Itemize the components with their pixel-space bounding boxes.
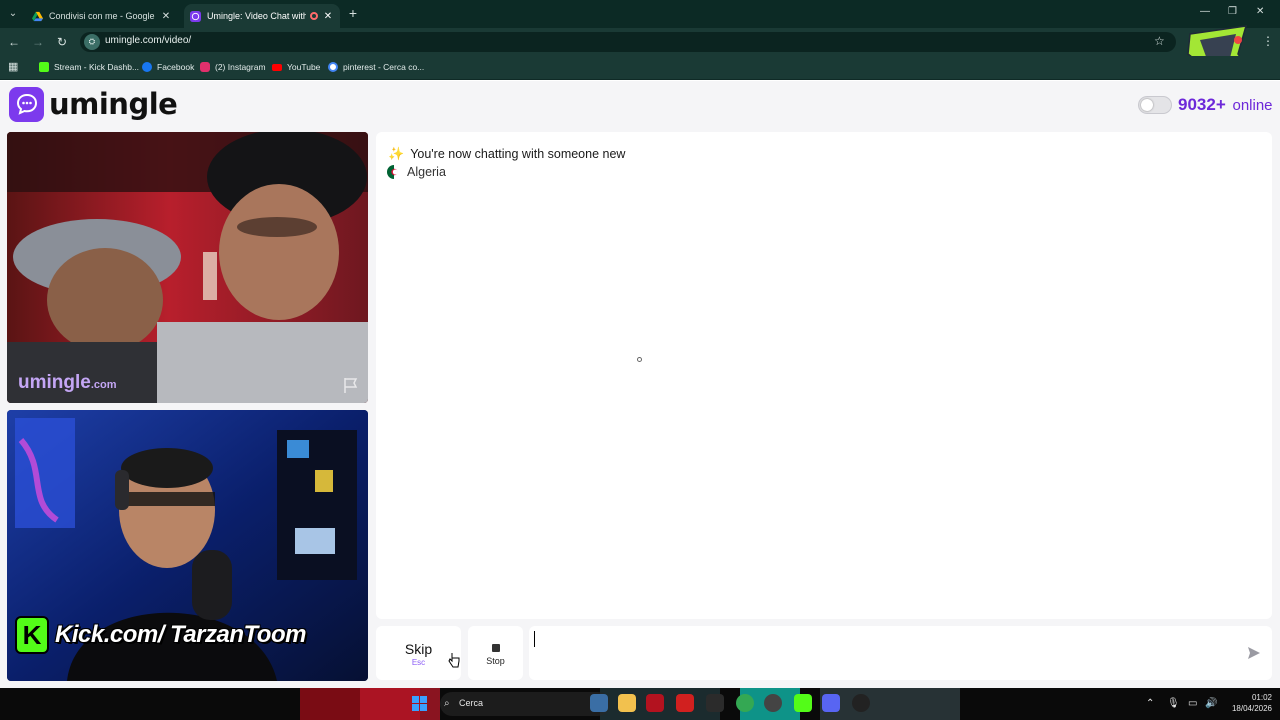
sparkles-icon: ✨ (388, 146, 405, 161)
close-icon[interactable]: ✕ (322, 11, 334, 22)
report-flag-icon[interactable] (342, 376, 360, 394)
reload-icon[interactable]: ↻ (54, 34, 70, 50)
taskbar-app-icon[interactable] (590, 694, 608, 712)
new-tab-plus-icon[interactable]: + (346, 5, 360, 21)
stranger-video-frame (7, 132, 368, 403)
toggle-knob (1141, 99, 1153, 111)
watermark-suffix: .com (90, 379, 117, 391)
voicemod-icon[interactable] (646, 694, 664, 712)
search-icon: ⌕ (444, 698, 450, 709)
kick-logo-icon: K (15, 616, 49, 654)
bookmark-facebook[interactable]: Facebook (142, 60, 194, 74)
stop-icon (491, 644, 500, 652)
watermark-text: umingle (18, 372, 91, 393)
recording-indicator-icon (310, 12, 318, 20)
stranger-video (7, 132, 368, 403)
site-info-icon[interactable]: ⛭ (84, 34, 100, 50)
chat-message-system: ✨ You're now chatting with someone new (388, 146, 625, 162)
umingle-watermark: umingle.com (18, 372, 117, 394)
google-icon (328, 62, 338, 72)
microphone-icon[interactable]: 🎙 (1167, 698, 1180, 709)
acrobat-icon[interactable] (676, 694, 694, 712)
tab-title: Condivisi con me - Google Drive (49, 11, 156, 21)
volume-icon[interactable]: 🔊 (1205, 698, 1217, 709)
chrome-icon[interactable] (736, 694, 754, 712)
chat-bubble-logo-icon (9, 86, 44, 122)
taskbar-search-label: Cerca (459, 698, 484, 708)
text-caret (534, 631, 535, 647)
window-close-icon[interactable]: ✕ (1256, 6, 1264, 17)
windows-start-icon[interactable] (412, 696, 427, 711)
settings-gear-icon[interactable] (852, 694, 870, 712)
bookmark-label: YouTube (287, 62, 321, 72)
algeria-flag-icon (387, 165, 401, 179)
online-label: online (1232, 97, 1273, 114)
logitech-icon[interactable] (706, 694, 724, 712)
bookmark-pinterest[interactable]: pinterest - Cerca co... (328, 60, 424, 74)
stop-label: Stop (486, 656, 505, 666)
back-arrow-icon[interactable]: ← (6, 34, 22, 50)
discord-icon[interactable] (822, 694, 840, 712)
tray-chevron-up-icon[interactable]: ⌃ (1146, 698, 1154, 709)
kick-overlay: K Kick.com/ TarzanToom (15, 614, 306, 656)
minimize-icon[interactable]: — (1200, 6, 1210, 17)
country-name: Algeria (407, 165, 446, 179)
chat-message-text: You're now chatting with someone new (410, 147, 626, 161)
tab-title: Umingle: Video Chat with Strangers (207, 11, 306, 21)
tab-google-drive[interactable]: Condivisi con me - Google Drive ✕ (26, 4, 178, 28)
online-counter: 9032+ online (1178, 95, 1273, 115)
bookmark-label: Stream - Kick Dashb... (54, 62, 140, 72)
apps-grid-icon[interactable]: ▦ (8, 61, 20, 73)
kick-channel-text: Kick.com/ TarzanToom (55, 621, 306, 648)
chat-message-country: Algeria (387, 165, 446, 179)
bookmark-star-icon[interactable]: ☆ (1154, 34, 1165, 48)
maximize-icon[interactable]: ❐ (1228, 6, 1237, 17)
instagram-icon (200, 62, 210, 72)
bookmark-label: (2) Instagram (215, 62, 266, 72)
clock-time: 01:02 (1251, 693, 1272, 702)
kick-taskbar-icon[interactable] (794, 694, 812, 712)
bookmark-instagram[interactable]: (2) Instagram (200, 60, 266, 74)
omnibox[interactable] (80, 32, 1176, 52)
logo-text: umingle (49, 87, 178, 121)
tab-umingle[interactable]: Umingle: Video Chat with Strangers ✕ (184, 4, 340, 28)
bookmark-youtube[interactable]: YouTube (272, 60, 320, 74)
facebook-icon (142, 62, 152, 72)
theme-toggle[interactable] (1138, 96, 1172, 114)
forward-arrow-icon[interactable]: → (30, 34, 46, 50)
chat-panel (376, 132, 1272, 619)
site-logo[interactable]: umingle (9, 86, 178, 122)
browser-menu-icon[interactable]: ⋮ (1262, 34, 1274, 48)
url-text[interactable]: umingle.com/video/ (105, 35, 191, 46)
kick-icon (39, 62, 49, 72)
network-icon[interactable]: ▭ (1188, 698, 1197, 709)
bookmark-kick[interactable]: Stream - Kick Dashb... (39, 60, 139, 74)
online-count: 9032+ (1178, 95, 1226, 114)
bookmark-label: Facebook (157, 62, 195, 72)
stop-button[interactable]: Stop (468, 626, 523, 680)
file-explorer-icon[interactable] (618, 694, 636, 712)
clock-date: 18/04/2026 (1231, 704, 1272, 713)
youtube-icon (272, 63, 282, 71)
umingle-favicon-icon (190, 10, 201, 22)
loading-spinner-icon (637, 357, 642, 362)
close-icon[interactable]: ✕ (160, 11, 172, 22)
tab-search-chevron-icon[interactable]: ⌄ (4, 5, 22, 23)
bookmark-label: pinterest - Cerca co... (343, 62, 425, 72)
message-input[interactable] (529, 626, 1272, 680)
send-icon[interactable] (1247, 646, 1261, 660)
google-drive-icon (32, 11, 43, 21)
mouse-hand-cursor-icon (448, 653, 460, 668)
taskbar-clock[interactable]: 01:02 18/04/2026 (1224, 692, 1272, 714)
obs-icon[interactable] (764, 694, 782, 712)
